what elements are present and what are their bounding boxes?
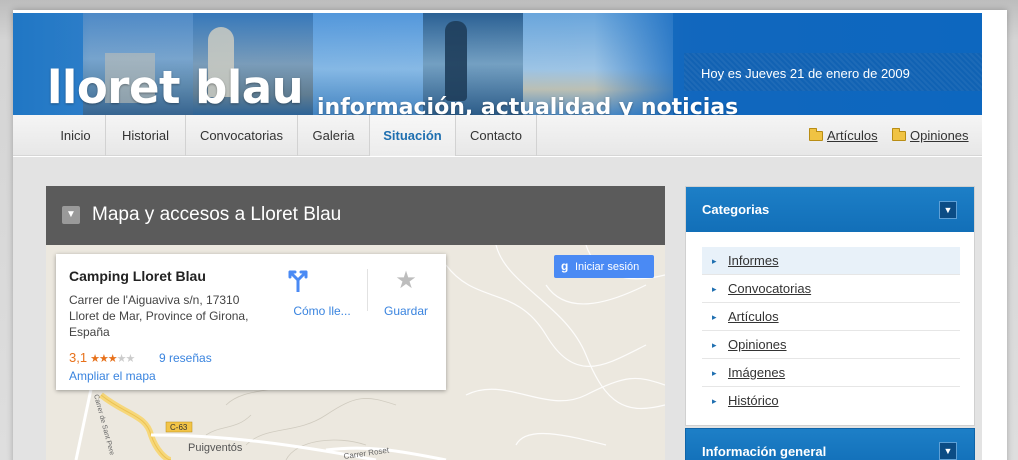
categories-title: Categorias: [702, 202, 770, 217]
category-label: Artículos: [728, 309, 779, 324]
enlarge-map-link[interactable]: Ampliar el mapa: [69, 369, 156, 383]
nav-link-label: Artículos: [827, 128, 878, 143]
arrow-icon: ▸: [712, 368, 717, 378]
category-label: Convocatorias: [728, 281, 812, 296]
map-panel-header: ▼ Mapa y accesos a Lloret Blau: [46, 186, 665, 245]
header-banner: lloret blau información, actualidad y no…: [13, 13, 982, 115]
category-label: Histórico: [728, 393, 779, 408]
arrow-icon: ▸: [712, 396, 717, 406]
star-icon[interactable]: ★: [386, 266, 426, 295]
site-tagline: información, actualidad y noticias: [317, 95, 739, 115]
card-divider: [367, 269, 368, 311]
place-info-card: Camping Lloret Blau Carrer de l'Aiguaviv…: [56, 254, 446, 390]
main-nav: Inicio Historial Convocatorias Galeria S…: [13, 115, 982, 156]
arrow-icon: ▸: [712, 340, 717, 350]
category-label: Imágenes: [728, 365, 786, 380]
nav-link-opiniones[interactable]: Opiniones: [892, 115, 969, 156]
chevron-down-icon[interactable]: ▼: [939, 201, 957, 219]
date-box: Hoy es Jueves 21 de enero de 2009: [684, 53, 982, 91]
arrow-icon: ▸: [712, 312, 717, 322]
categories-header: Categorias ▼: [686, 187, 974, 232]
folder-icon: [809, 128, 823, 141]
category-item[interactable]: ▸ Imágenes: [702, 359, 960, 387]
nav-item-historial[interactable]: Historial: [106, 115, 186, 156]
place-address: Carrer de l'Aiguaviva s/n, 17310 Lloret …: [69, 293, 249, 339]
star-rating-icon: ★★★★★: [90, 353, 135, 365]
nav-item-convocatorias[interactable]: Convocatorias: [186, 115, 298, 156]
categories-widget: Categorias ▼ ▸ Informes ▸ Convocatorias …: [685, 186, 975, 426]
site-title[interactable]: lloret blau: [47, 61, 304, 114]
category-label: Opiniones: [728, 337, 787, 352]
embedded-map[interactable]: C-63 Puigventós Carrer Roset Carrer de S…: [46, 245, 665, 460]
signin-button[interactable]: g Iniciar sesión: [554, 255, 654, 278]
place-rating: 3,1 ★★★★★: [69, 350, 135, 365]
arrow-icon: ▸: [712, 284, 717, 294]
category-item[interactable]: ▸ Histórico: [702, 387, 960, 415]
category-label: Informes: [728, 253, 779, 268]
nav-item-inicio[interactable]: Inicio: [46, 115, 106, 156]
place-name: Camping Lloret Blau: [69, 268, 206, 284]
category-item[interactable]: ▸ Artículos: [702, 303, 960, 331]
google-icon: g: [561, 259, 569, 273]
category-item[interactable]: ▸ Convocatorias: [702, 275, 960, 303]
signin-label: Iniciar sesión: [575, 261, 640, 273]
info-general-header: Información general ▼: [685, 428, 975, 460]
info-general-title: Información general: [702, 444, 827, 459]
map-label-town: Puigventós: [188, 442, 243, 454]
chevron-down-icon[interactable]: ▼: [939, 442, 957, 460]
current-date: Hoy es Jueves 21 de enero de 2009: [701, 66, 910, 81]
nav-item-contacto[interactable]: Contacto: [456, 115, 537, 156]
folder-icon: [892, 128, 906, 141]
map-panel: ▼ Mapa y accesos a Lloret Blau C-63 Puig…: [46, 186, 665, 460]
map-label-road: C-63: [170, 423, 188, 432]
rating-value: 3,1: [69, 350, 88, 365]
nav-link-label: Opiniones: [910, 128, 969, 143]
reviews-link[interactable]: 9 reseñas: [159, 351, 212, 365]
nav-item-galeria[interactable]: Galeria: [298, 115, 370, 156]
arrow-icon: ▸: [712, 256, 717, 266]
map-panel-title: Mapa y accesos a Lloret Blau: [92, 204, 342, 225]
category-item[interactable]: ▸ Informes: [702, 247, 960, 275]
directions-label[interactable]: Cómo lle...: [282, 304, 362, 318]
chevron-down-icon[interactable]: ▼: [62, 206, 80, 224]
nav-item-situacion[interactable]: Situación: [370, 115, 456, 156]
save-button[interactable]: Guardar: [376, 304, 436, 318]
nav-link-articulos[interactable]: Artículos: [809, 115, 878, 156]
category-item[interactable]: ▸ Opiniones: [702, 331, 960, 359]
